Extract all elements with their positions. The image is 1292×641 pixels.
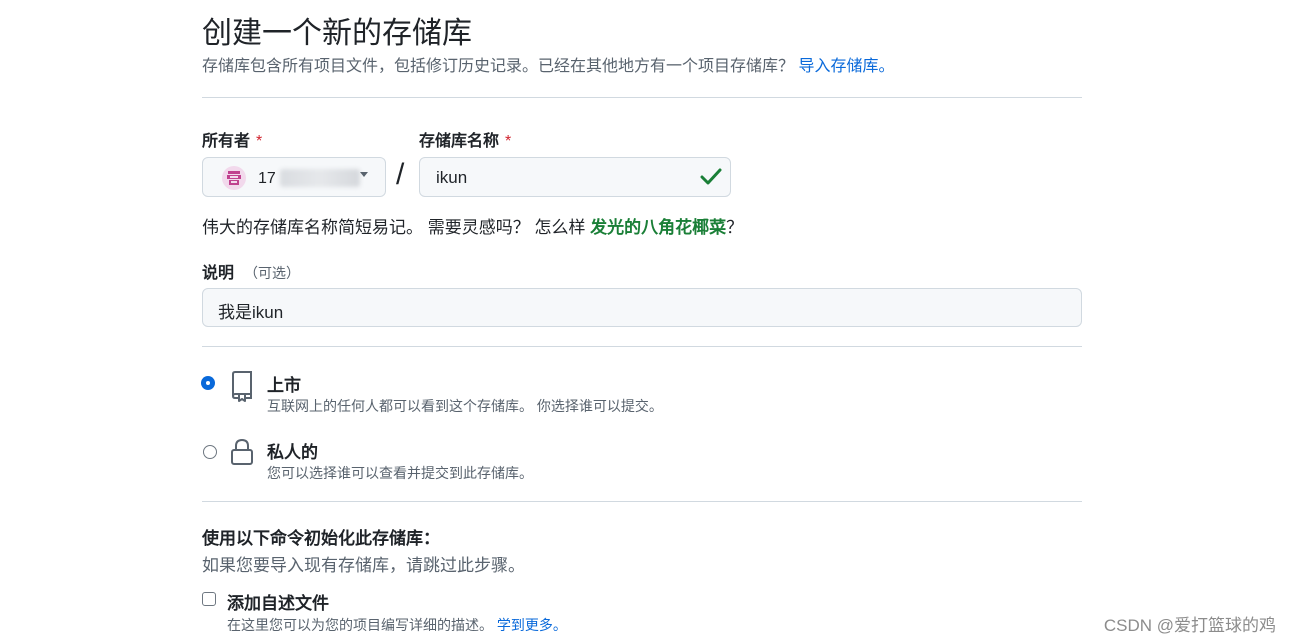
watermark: CSDN @爱打篮球的鸡: [1103, 616, 1276, 635]
public-option-desc: 互联网上的任何人都可以看到这个存储库。 你选择谁可以提交。: [267, 398, 663, 414]
chevron-down-icon: [360, 172, 368, 177]
add-readme-label[interactable]: 添加自述文件: [227, 589, 329, 614]
optional-hint: （可选）: [244, 265, 301, 281]
name-hint: 伟大的存储库名称简短易记。 需要灵感吗？ 怎么样 发光的八角花椰菜？: [202, 213, 743, 238]
divider: [202, 346, 1082, 347]
description-label: 说明 （可选）: [202, 259, 300, 283]
public-radio[interactable]: [202, 377, 214, 389]
subtitle-text: 存储库包含所有项目文件，包括修订历史记录。已经在其他地方有一个项目存储库？: [202, 58, 795, 75]
owner-label: 所有者 *: [202, 127, 262, 151]
required-mark: *: [256, 133, 263, 150]
repo-name-value: ikun: [436, 168, 468, 187]
repo-name-label: 存储库名称 *: [419, 127, 511, 151]
check-icon: [700, 166, 722, 191]
learn-more-link[interactable]: 学到更多。: [497, 617, 567, 633]
owner-value: 17: [258, 170, 276, 187]
repo-icon: [229, 370, 255, 407]
readme-desc-text: 在这里您可以为您的项目编写详细的描述。: [227, 617, 493, 633]
private-option-title[interactable]: 私人的: [267, 438, 318, 463]
description-input[interactable]: [202, 288, 1082, 327]
repo-name-label-text: 存储库名称: [419, 133, 500, 150]
divider: [202, 97, 1082, 98]
page-subtitle: 存储库包含所有项目文件，包括修订历史记录。已经在其他地方有一个项目存储库？ 导入…: [202, 52, 894, 76]
description-label-text: 说明: [202, 265, 235, 282]
page-title: 创建一个新的存储库: [202, 17, 472, 50]
avatar: [222, 166, 246, 190]
name-hint-suffix: ？: [726, 218, 744, 237]
init-section-desc: 如果您要导入现有存储库，请跳过此步骤。: [202, 556, 525, 575]
add-readme-desc: 在这里您可以为您的项目编写详细的描述。 学到更多。: [227, 615, 567, 635]
name-hint-text: 伟大的存储库名称简短易记。 需要灵感吗？ 怎么样: [202, 218, 591, 237]
import-repository-link[interactable]: 导入存储库。: [798, 58, 894, 75]
divider: [202, 501, 1082, 502]
redacted-owner-name: [280, 169, 360, 187]
public-option-title[interactable]: 上市: [267, 371, 301, 396]
path-separator: /: [396, 158, 405, 191]
private-radio[interactable]: [203, 445, 217, 459]
owner-label-text: 所有者: [202, 133, 251, 150]
required-mark: *: [505, 133, 512, 150]
add-readme-checkbox[interactable]: [202, 592, 216, 606]
description-value: 我是ikun: [218, 303, 284, 322]
lock-icon: [230, 438, 254, 471]
private-option-desc: 您可以选择谁可以查看并提交到此存储库。: [267, 465, 533, 481]
init-section-title: 使用以下命令初始化此存储库：: [202, 529, 440, 548]
name-suggestion-link[interactable]: 发光的八角花椰菜: [590, 218, 726, 237]
